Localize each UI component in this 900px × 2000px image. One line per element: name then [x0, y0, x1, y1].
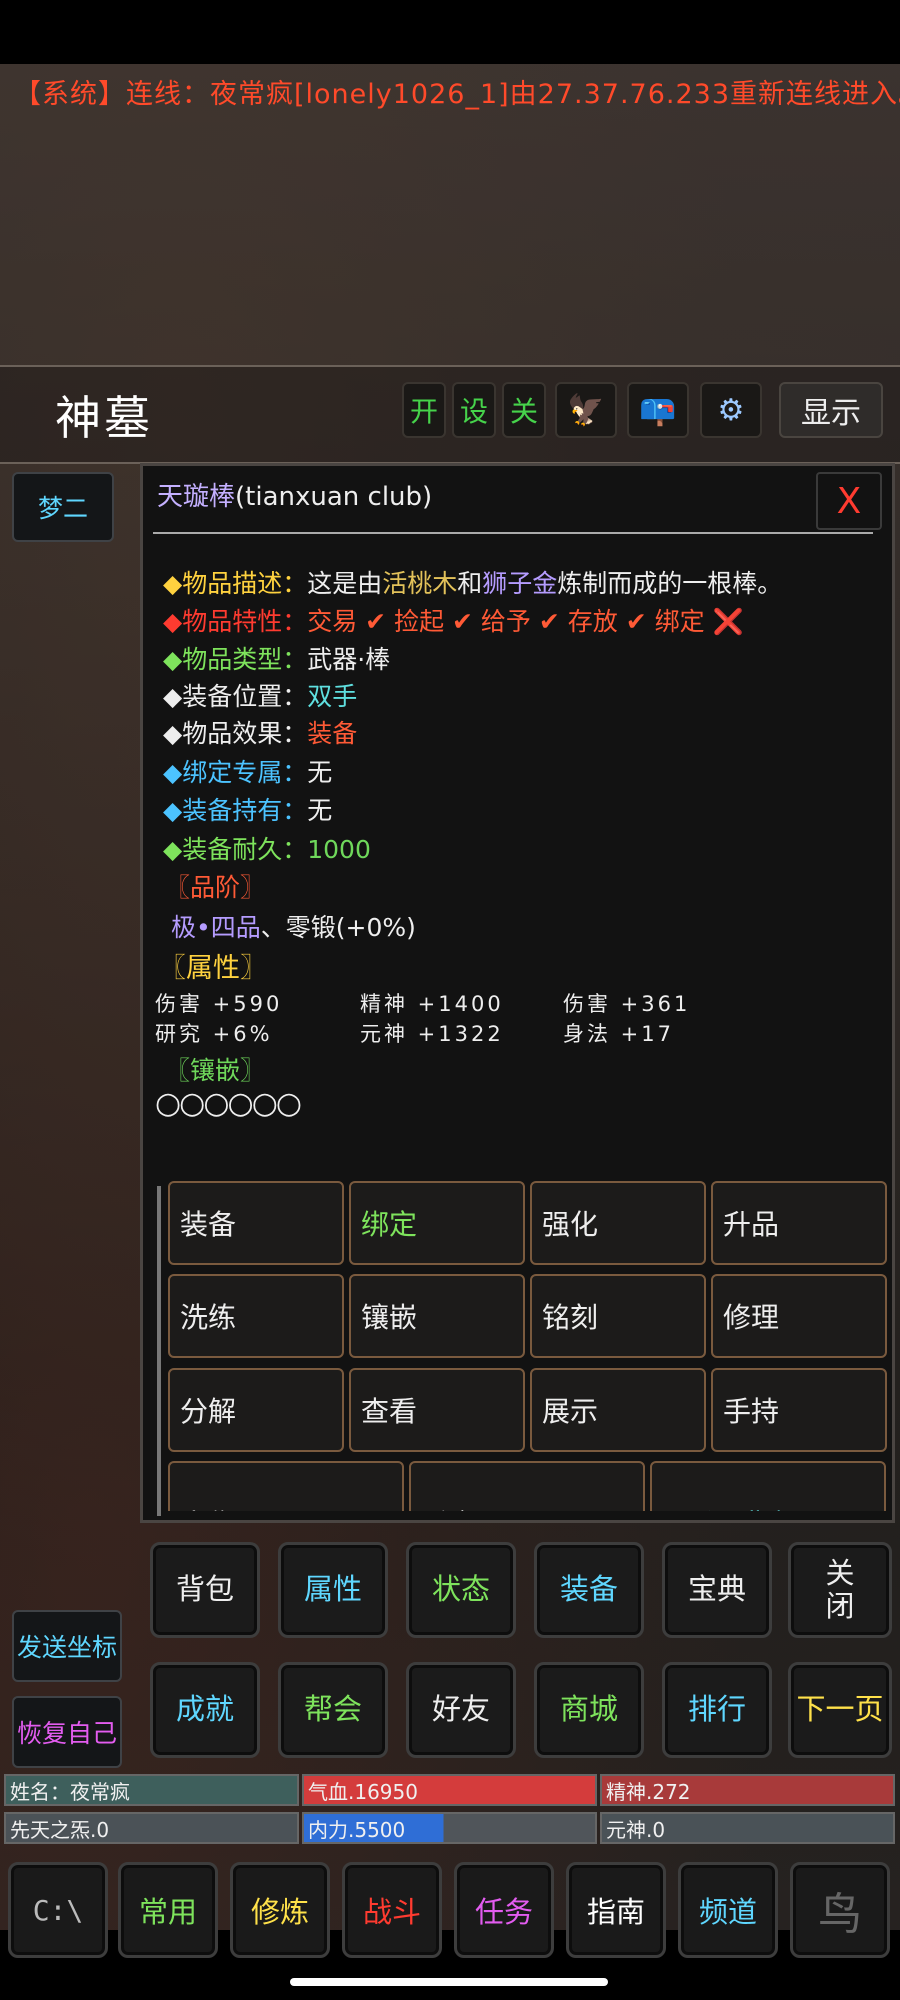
- attribute-6: 身法 +17: [563, 1022, 674, 1046]
- stat-hp: 气血.16950: [302, 1774, 597, 1806]
- send-coords-button[interactable]: 发送坐标: [12, 1610, 122, 1682]
- action-discard[interactable]: 丢弃: [409, 1461, 645, 1511]
- bottom-cultivate[interactable]: 修炼: [230, 1862, 330, 1958]
- item-type: ◆物品类型：武器·棒: [163, 645, 391, 674]
- action-sell[interactable]: 出售: [168, 1461, 404, 1511]
- scrollbar[interactable]: [157, 1186, 161, 1516]
- attribute-3: 伤害 +361: [563, 992, 691, 1016]
- action-upgrade[interactable]: 升品: [711, 1181, 887, 1265]
- bottom-channel[interactable]: 频道: [678, 1862, 778, 1958]
- stat-mana: 内力.5500: [302, 1812, 597, 1844]
- action-row-clip: 出售 丢弃 <返回背包>: [163, 1461, 893, 1511]
- menu-status[interactable]: 状态: [406, 1542, 516, 1638]
- mailbox-icon[interactable]: 📪: [627, 382, 689, 438]
- bird-icon[interactable]: 鸟: [790, 1862, 890, 1958]
- menu-attributes[interactable]: 属性: [278, 1542, 388, 1638]
- bottom-battle[interactable]: 战斗: [342, 1862, 442, 1958]
- location-title: 神墓: [55, 391, 153, 445]
- menu-close[interactable]: 关闭: [788, 1542, 892, 1638]
- open-button[interactable]: 开: [402, 382, 446, 438]
- divider: [153, 532, 873, 534]
- attribute-5: 元神 +1322: [360, 1022, 504, 1046]
- menu-bag[interactable]: 背包: [150, 1542, 260, 1638]
- restore-self-button[interactable]: 恢复自己: [12, 1696, 122, 1768]
- item-detail-panel: 天璇棒(tianxuan club) X ◆物品描述：这是由活桃木和狮子金炼制而…: [140, 463, 895, 1523]
- grade-value: 极•四品、零锻(+0%): [171, 913, 416, 942]
- attribute-2: 精神 +1400: [360, 992, 504, 1016]
- inlay-slots: ○○○○○○: [155, 1086, 302, 1121]
- action-refine[interactable]: 洗练: [168, 1274, 344, 1358]
- action-bind[interactable]: 绑定: [349, 1181, 525, 1265]
- attribute-header: 〖属性〗: [159, 953, 267, 984]
- system-message: 【系统】连线：夜常疯[lonely1026_1]由27.37.76.233重新连…: [14, 79, 900, 110]
- action-engrave[interactable]: 铭刻: [530, 1274, 706, 1358]
- action-equip[interactable]: 装备: [168, 1181, 344, 1265]
- item-title: 天璇棒(tianxuan club): [157, 476, 432, 513]
- show-button[interactable]: 显示: [779, 382, 883, 438]
- menu-codex[interactable]: 宝典: [662, 1542, 772, 1638]
- attribute-1: 伤害 +590: [155, 992, 283, 1016]
- menu-next-page[interactable]: 下一页: [788, 1662, 892, 1758]
- action-view[interactable]: 查看: [349, 1368, 525, 1452]
- bottom-common[interactable]: 常用: [118, 1862, 218, 1958]
- menu-guild[interactable]: 帮会: [278, 1662, 388, 1758]
- menu-achievements[interactable]: 成就: [150, 1662, 260, 1758]
- binding-owner: ◆绑定专属：无: [163, 758, 333, 787]
- equip-holder: ◆装备持有：无: [163, 796, 333, 825]
- action-enhance[interactable]: 强化: [530, 1181, 706, 1265]
- action-hold[interactable]: 手持: [711, 1368, 887, 1452]
- action-repair[interactable]: 修理: [711, 1274, 887, 1358]
- dream-button[interactable]: 梦二: [12, 472, 114, 542]
- settings-button[interactable]: 设: [452, 382, 496, 438]
- grade-header: 〖品阶〗: [165, 873, 266, 902]
- menu-ranking[interactable]: 排行: [662, 1662, 772, 1758]
- console-icon[interactable]: C:\: [8, 1862, 108, 1958]
- stat-spirit: 精神.272: [600, 1774, 895, 1806]
- close-icon[interactable]: X: [816, 472, 882, 530]
- attribute-4: 研究 +6%: [155, 1022, 273, 1046]
- equip-slot: ◆装备位置：双手: [163, 682, 358, 711]
- inlay-header: 〖镶嵌〗: [165, 1056, 266, 1085]
- gear-icon[interactable]: ⚙: [700, 382, 762, 438]
- menu-shop[interactable]: 商城: [534, 1662, 644, 1758]
- bottom-guide[interactable]: 指南: [566, 1862, 666, 1958]
- action-dismantle[interactable]: 分解: [168, 1368, 344, 1452]
- item-traits: ◆物品特性：交易 ✔ 捡起 ✔ 给予 ✔ 存放 ✔ 绑定 ❌: [163, 607, 744, 636]
- stat-name: 姓名：夜常疯: [4, 1774, 299, 1806]
- bottom-quest[interactable]: 任务: [454, 1862, 554, 1958]
- menu-equipment[interactable]: 装备: [534, 1542, 644, 1638]
- menu-friends[interactable]: 好友: [406, 1662, 516, 1758]
- item-name: 天璇棒: [157, 482, 236, 512]
- eagle-icon[interactable]: 🦅: [555, 382, 617, 438]
- durability: ◆装备耐久：1000: [163, 835, 371, 864]
- action-inlay[interactable]: 镶嵌: [349, 1274, 525, 1358]
- stat-innate: 先天之炁.0: [4, 1812, 299, 1844]
- return-to-bag-button[interactable]: <返回背包>: [650, 1461, 886, 1511]
- action-display[interactable]: 展示: [530, 1368, 706, 1452]
- stat-soul: 元神.0: [600, 1812, 895, 1844]
- item-effect: ◆物品效果：装备: [163, 719, 358, 748]
- close-toggle-button[interactable]: 关: [502, 382, 546, 438]
- item-description: ◆物品描述：这是由活桃木和狮子金炼制而成的一根棒。: [163, 569, 783, 598]
- item-name-en: (tianxuan club): [235, 482, 433, 512]
- home-indicator: [290, 1978, 608, 1986]
